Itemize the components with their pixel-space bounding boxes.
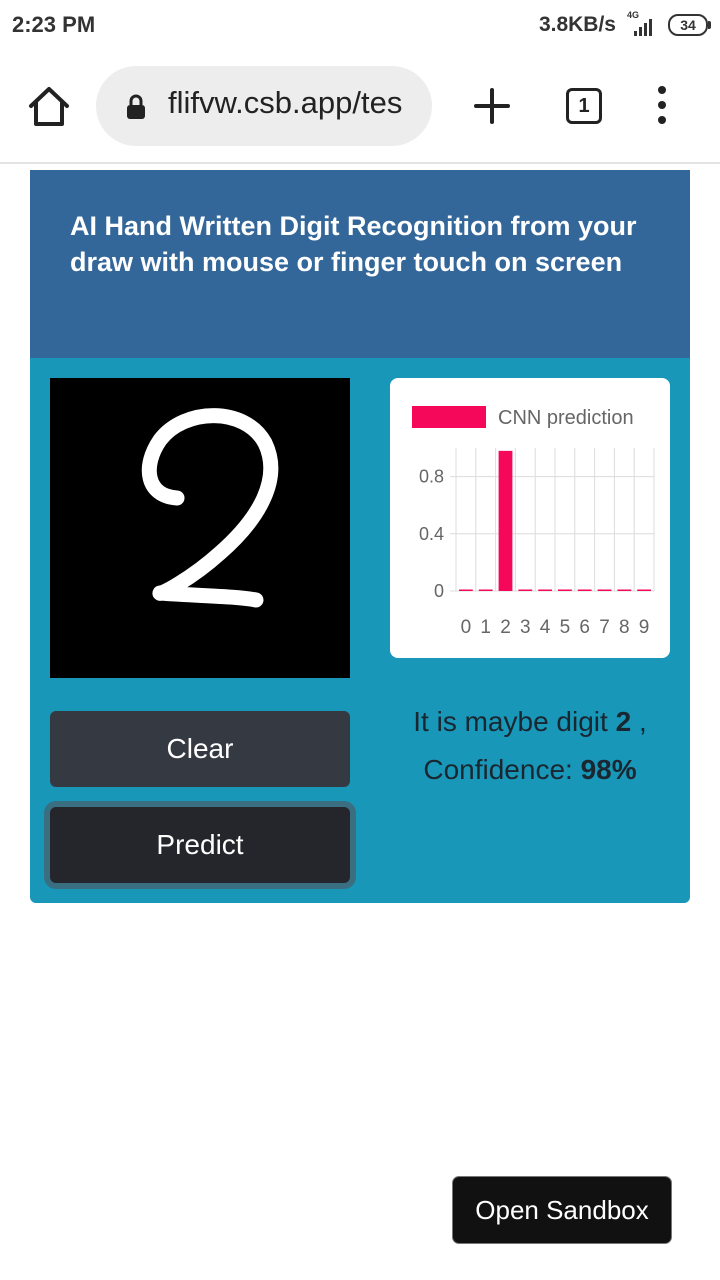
network-speed: 3.8KB/s [538, 13, 616, 36]
url-text: flifvw.csb.app/tes [168, 85, 403, 120]
digit-recognition-card: AI Hand Written Digit Recognition from y… [30, 170, 690, 903]
y-tick-label: 0.4 [419, 524, 444, 544]
tab-switcher-button[interactable]: 1 [566, 88, 602, 124]
confidence-value: 98% [580, 754, 637, 785]
card-header: AI Hand Written Digit Recognition from y… [30, 170, 690, 358]
bar-digit-4 [538, 589, 552, 591]
x-tick-label: 8 [619, 617, 630, 638]
result-separator: , [638, 706, 647, 737]
x-tick-label: 9 [639, 617, 650, 638]
browser-toolbar: flifvw.csb.app/tes 1 [0, 52, 720, 164]
bar-digit-3 [518, 589, 533, 591]
x-tick-label: 1 [480, 617, 491, 638]
bar-digit-7 [597, 589, 612, 591]
prediction-result: It is maybe digit 2 , Confidence: 98% [380, 698, 680, 794]
page-title: AI Hand Written Digit Recognition from y… [70, 211, 637, 277]
predict-button[interactable]: Predict [50, 807, 350, 883]
home-icon[interactable] [26, 84, 72, 130]
legend-label: CNN prediction [498, 407, 634, 429]
result-line: It is maybe digit 2 , [380, 698, 680, 746]
bar-digit-1 [478, 589, 493, 591]
battery-icon: 34 [668, 14, 711, 36]
y-tick-label: 0 [434, 581, 444, 601]
battery-level: 34 [680, 17, 696, 33]
status-bar: 2:23 PM 3.8KB/s 4G 34 [0, 0, 720, 52]
x-tick-label: 7 [599, 617, 610, 638]
x-tick-label: 6 [579, 617, 590, 638]
result-prefix: It is maybe digit [413, 706, 608, 737]
legend-swatch [412, 406, 486, 428]
new-tab-icon[interactable] [472, 86, 512, 126]
x-tick-label: 4 [540, 617, 551, 638]
confidence-label: Confidence: [423, 754, 573, 785]
bar-digit-5 [558, 589, 572, 591]
bar-digit-2 [498, 450, 513, 591]
lock-icon [127, 94, 145, 119]
clear-button[interactable]: Clear [50, 711, 350, 787]
more-menu-icon[interactable] [652, 86, 672, 128]
status-indicators: 3.8KB/s 4G 34 [538, 10, 711, 40]
prediction-chart-svg: CNN prediction 0.80.40 0123456789 [412, 406, 655, 638]
x-tick-label: 3 [520, 617, 531, 638]
y-tick-label: 0.8 [419, 467, 444, 487]
drawing-canvas[interactable] [50, 378, 350, 678]
result-digit: 2 [615, 706, 632, 737]
bar-digit-8 [617, 589, 632, 591]
address-bar[interactable]: flifvw.csb.app/tes [96, 66, 432, 146]
open-sandbox-button[interactable]: Open Sandbox [453, 1177, 671, 1243]
confidence-line: Confidence: 98% [380, 746, 680, 794]
x-tick-label: 5 [560, 617, 571, 638]
status-time: 2:23 PM [12, 12, 96, 37]
tab-count: 1 [578, 94, 590, 117]
bar-digit-0 [459, 589, 473, 591]
x-tick-label: 2 [500, 617, 511, 638]
x-tick-label: 0 [461, 617, 472, 638]
signal-icon: 4G [624, 10, 660, 38]
prediction-chart: CNN prediction 0.8 0.4 0 0123456789 [390, 378, 670, 658]
bar-digit-6 [577, 589, 592, 591]
bar-digit-9 [637, 589, 651, 591]
